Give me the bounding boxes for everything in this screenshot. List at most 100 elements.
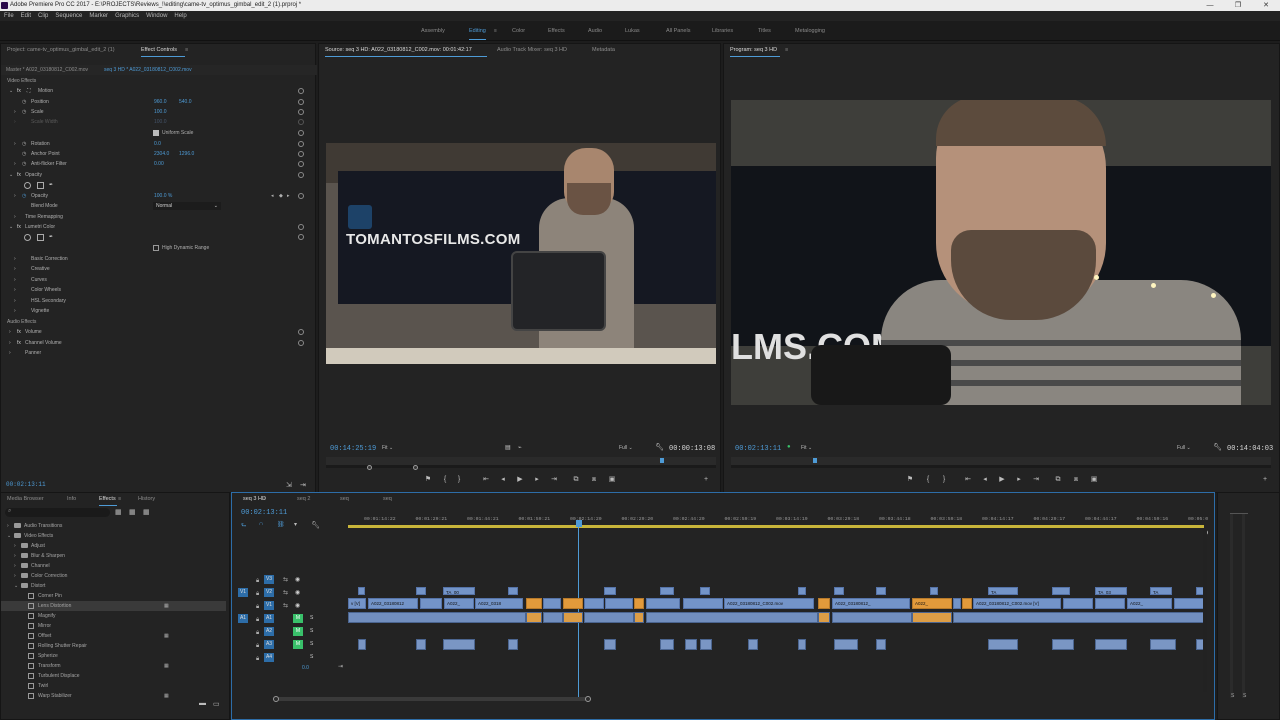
- hdr-checkbox[interactable]: [153, 245, 159, 251]
- uniform-scale-reset-icon[interactable]: [298, 130, 304, 136]
- workspace-lukas[interactable]: Lukas: [625, 28, 640, 34]
- export-icon[interactable]: ⇥: [300, 481, 306, 489]
- a1-audio-clip-orange[interactable]: [818, 612, 830, 623]
- motion-transform-icon[interactable]: ⛶: [27, 86, 31, 96]
- hsl-twirl-icon[interactable]: ›: [14, 296, 16, 306]
- a3-audio-clip[interactable]: [604, 639, 616, 650]
- track-target-a4[interactable]: A4: [264, 653, 274, 662]
- track-lock-icon[interactable]: 🔒︎: [256, 630, 259, 637]
- program-video-frame[interactable]: LMS.COM: [731, 100, 1271, 405]
- workspace-assembly[interactable]: Assembly: [421, 28, 445, 34]
- v1-clip[interactable]: [420, 598, 442, 609]
- v1-clip[interactable]: [646, 598, 680, 609]
- mute-track-icon[interactable]: M: [293, 640, 303, 649]
- timeline-scrollbar[interactable]: [276, 697, 588, 701]
- source-drag-audio-icon[interactable]: ⌁: [518, 444, 522, 451]
- a3-audio-clip[interactable]: [660, 639, 674, 650]
- a3-audio-clip[interactable]: [700, 639, 712, 650]
- v2-clip[interactable]: [358, 587, 365, 595]
- folder-twirl-icon[interactable]: ⌄: [14, 581, 18, 591]
- v2-clip[interactable]: TA_00: [443, 587, 475, 595]
- track-lock-icon[interactable]: 🔒︎: [256, 643, 259, 650]
- toggle-track-output-eye-icon[interactable]: ◉: [295, 576, 300, 583]
- vignette-twirl-icon[interactable]: ›: [14, 306, 16, 316]
- source-button-editor-icon[interactable]: +: [702, 476, 710, 484]
- v1-clip[interactable]: A022_03180812_C002.mov [V]: [973, 598, 1061, 609]
- position-reset-icon[interactable]: [298, 99, 304, 105]
- folder-twirl-icon[interactable]: ⌄: [7, 531, 11, 541]
- track-target-a2[interactable]: A2: [264, 627, 274, 636]
- v2-clip[interactable]: TA_: [1150, 587, 1172, 595]
- v2-clip[interactable]: [1052, 587, 1070, 595]
- track-lock-icon[interactable]: 🔒︎: [256, 591, 259, 598]
- a1-audio-clip-orange[interactable]: [526, 612, 542, 623]
- track-lock-icon[interactable]: 🔒︎: [256, 578, 259, 585]
- master-volume-value[interactable]: 0.0: [302, 665, 309, 671]
- meter-solo-left[interactable]: S: [1231, 693, 1234, 699]
- tab-audio-track-mixer[interactable]: Audio Track Mixer: seq 3 HD: [497, 44, 567, 57]
- rect-mask-icon[interactable]: [37, 182, 44, 189]
- workspace-audio[interactable]: Audio: [588, 28, 602, 34]
- effect-controls-timecode[interactable]: 00:02:13:11: [6, 481, 46, 488]
- v1-clip[interactable]: [1063, 598, 1093, 609]
- a3-audio-clip[interactable]: [876, 639, 886, 650]
- workspace-libraries[interactable]: Libraries: [712, 28, 733, 34]
- workspace-menu-icon[interactable]: ≡: [494, 28, 497, 34]
- a3-audio-clip[interactable]: [443, 639, 475, 650]
- anchor-reset-icon[interactable]: [298, 151, 304, 157]
- opacity-reset-icon[interactable]: [298, 193, 304, 199]
- opacity-value-twirl-icon[interactable]: ›: [14, 191, 16, 201]
- position-x-value[interactable]: 960.0: [154, 97, 167, 107]
- effects-menu-icon[interactable]: ≡: [118, 493, 121, 506]
- source-play-icon[interactable]: ▶: [516, 476, 524, 484]
- v1-clip[interactable]: A022_0318: [475, 598, 523, 609]
- filter-icon[interactable]: ⇲: [286, 481, 292, 489]
- solo-track-icon[interactable]: S: [310, 641, 313, 647]
- timeline-scroll-handle-left[interactable]: [273, 696, 279, 702]
- v2-clip[interactable]: [798, 587, 806, 595]
- panel-menu-icon[interactable]: ≡: [185, 44, 188, 57]
- a1-audio-clip[interactable]: [646, 612, 818, 623]
- effects-item-warp-stabilizer[interactable]: Warp Stabilizer ▦: [1, 691, 226, 701]
- effects-item-adjust[interactable]: › Adjust: [1, 541, 226, 551]
- opacity-twirl-icon[interactable]: ⌄: [9, 170, 13, 180]
- scale-value[interactable]: 100.0: [154, 107, 167, 117]
- anchor-stopwatch-icon[interactable]: ◷: [22, 149, 26, 159]
- anchor-x-value[interactable]: 2304.0: [154, 149, 169, 159]
- v1-clip[interactable]: [1174, 598, 1204, 609]
- tab-project[interactable]: Project: came-tv_optimus_gimbal_edit_2 (…: [7, 44, 115, 57]
- curves-twirl-icon[interactable]: ›: [14, 275, 16, 285]
- source-mark-in-icon[interactable]: {: [441, 476, 449, 484]
- minimize-button[interactable]: —: [1196, 0, 1224, 11]
- a3-audio-clip[interactable]: [1095, 639, 1127, 650]
- channel-volume-twirl-icon[interactable]: ›: [9, 338, 11, 348]
- v1-clip-orange[interactable]: [634, 598, 644, 609]
- opacity-value[interactable]: 100.0 %: [154, 191, 172, 201]
- timeline-playhead-head[interactable]: [576, 520, 582, 527]
- program-play-icon[interactable]: ▶: [998, 476, 1006, 484]
- effects-item-mirror[interactable]: Mirror: [1, 621, 226, 631]
- tab-seq-2[interactable]: seq 2: [297, 493, 310, 506]
- mute-track-icon[interactable]: M: [293, 627, 303, 636]
- new-custom-bin-icon[interactable]: ▭: [213, 700, 220, 708]
- toggle-track-output-eye-icon[interactable]: ◉: [295, 602, 300, 609]
- position-stopwatch-icon[interactable]: ◷: [22, 97, 26, 107]
- program-zoom-bar[interactable]: [731, 465, 1271, 468]
- solo-track-icon[interactable]: S: [310, 615, 313, 621]
- nest-toggle-icon[interactable]: ⮑: [241, 521, 246, 531]
- v1-clip[interactable]: v [V]: [348, 598, 366, 609]
- workspace-editing[interactable]: Editing: [469, 28, 486, 40]
- creative-twirl-icon[interactable]: ›: [14, 264, 16, 274]
- source-patch-a1[interactable]: A1: [238, 614, 248, 623]
- v1-clip[interactable]: [543, 598, 561, 609]
- motion-twirl-icon[interactable]: ⌄: [9, 86, 13, 96]
- mute-track-icon[interactable]: M: [293, 614, 303, 623]
- scale-reset-icon[interactable]: [298, 109, 304, 115]
- v1-clip-orange[interactable]: [818, 598, 830, 609]
- antiflicker-value[interactable]: 0.00: [154, 159, 164, 169]
- effects-item-spherize[interactable]: Spherize: [1, 651, 226, 661]
- folder-twirl-icon[interactable]: ›: [14, 571, 16, 581]
- source-mark-out-icon[interactable]: }: [455, 476, 463, 484]
- a3-audio-clip[interactable]: [416, 639, 426, 650]
- scale-stopwatch-icon[interactable]: ◷: [22, 107, 26, 117]
